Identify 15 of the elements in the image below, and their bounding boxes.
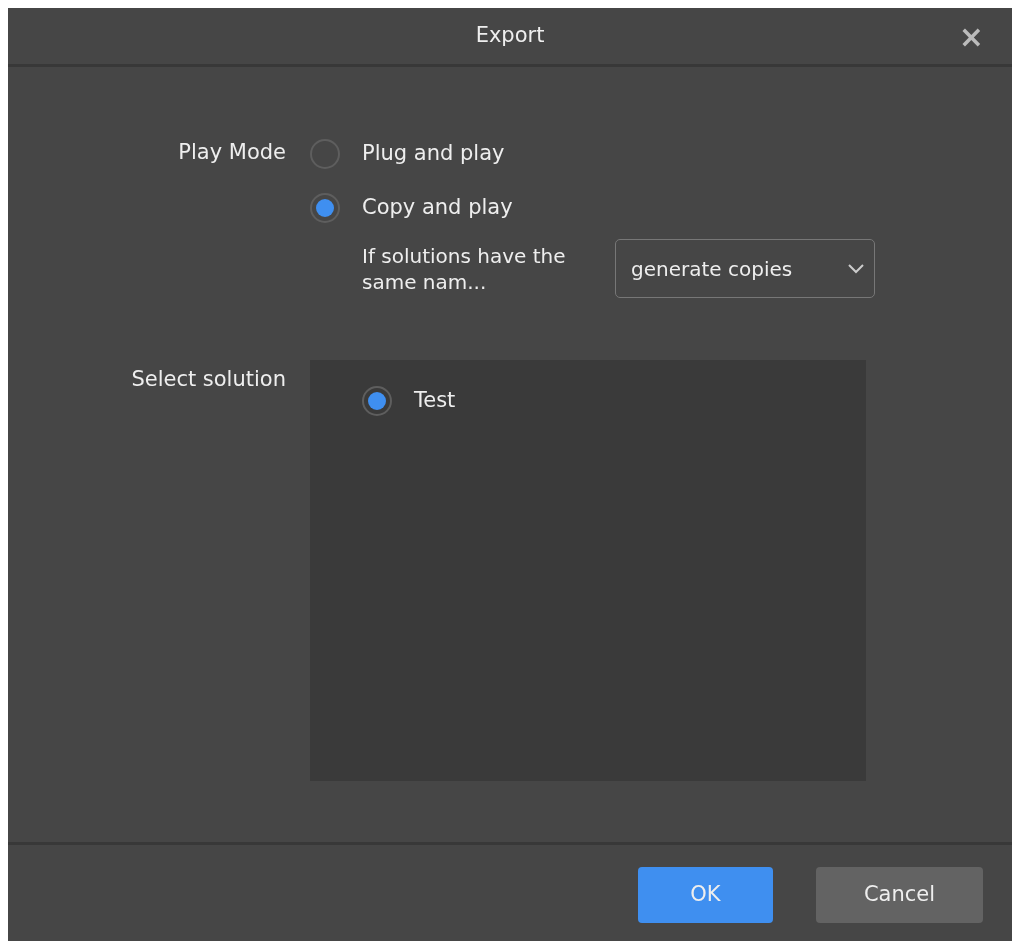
chevron-down-icon: [848, 263, 864, 274]
cancel-button[interactable]: Cancel: [816, 867, 983, 923]
radio-button[interactable]: [310, 193, 340, 223]
radio-label[interactable]: Test: [414, 385, 456, 417]
close-button[interactable]: ×: [958, 22, 984, 52]
dropdown[interactable]: generate copies: [615, 239, 875, 298]
field-label: Select solution: [131, 367, 286, 391]
radio-button[interactable]: [362, 386, 392, 416]
radio-label[interactable]: Copy and play: [362, 192, 513, 224]
window-title: Export: [475, 22, 545, 50]
field-label: Play Mode: [178, 140, 286, 164]
radio-label[interactable]: Plug and play: [362, 138, 505, 170]
radio-button[interactable]: [310, 139, 340, 169]
field-label: If solutions have the same nam...: [362, 242, 567, 295]
dropdown-value: generate copies: [631, 255, 793, 283]
